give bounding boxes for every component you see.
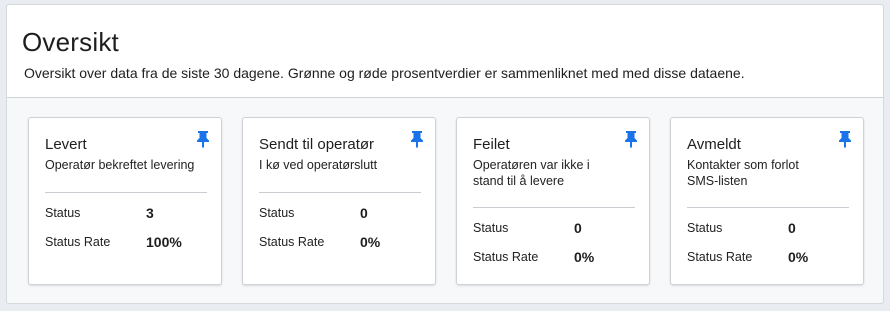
- card-title: Feilet: [473, 136, 510, 153]
- page-title: Oversikt: [22, 27, 119, 57]
- status-rate-label: Status Rate: [45, 235, 111, 249]
- pin-icon[interactable]: [409, 130, 425, 148]
- overview-panel: Oversikt Oversikt over data fra de siste…: [6, 4, 884, 304]
- pin-icon[interactable]: [837, 130, 853, 148]
- status-value: 3: [146, 205, 154, 221]
- card-feilet: Feilet Operatøren var ikke i stand til å…: [456, 117, 650, 285]
- status-rate-value: 100%: [146, 234, 182, 250]
- status-label: Status: [687, 221, 723, 235]
- card-avmeldt: Avmeldt Kontakter som forlot SMS-listen …: [670, 117, 864, 285]
- card-description: I kø ved operatørslutt: [259, 158, 378, 172]
- status-value: 0: [574, 220, 582, 236]
- status-rate-value: 0%: [788, 249, 809, 265]
- card-title: Levert: [45, 136, 87, 153]
- status-rate-value: 0%: [360, 234, 381, 250]
- status-rate-label: Status Rate: [259, 235, 325, 249]
- status-rate-label: Status Rate: [473, 250, 539, 264]
- card-title: Avmeldt: [687, 136, 741, 153]
- card-levert: Levert Operatør bekreftet levering Statu…: [28, 117, 222, 285]
- card-description: Kontakter som forlot SMS-listen: [687, 158, 799, 188]
- card-sendt-til-operator: Sendt til operatør I kø ved operatørslut…: [242, 117, 436, 285]
- status-label: Status: [45, 206, 81, 220]
- pin-icon[interactable]: [623, 130, 639, 148]
- card-divider: [45, 192, 207, 193]
- card-divider: [687, 207, 849, 208]
- status-rate-value: 0%: [574, 249, 595, 265]
- status-value: 0: [788, 220, 796, 236]
- status-value: 0: [360, 205, 368, 221]
- card-description: Operatøren var ikke i stand til å levere: [473, 158, 590, 188]
- card-description: Operatør bekreftet levering: [45, 158, 195, 172]
- page-subtitle: Oversikt over data fra de siste 30 dagen…: [24, 65, 745, 81]
- status-label: Status: [473, 221, 509, 235]
- overview-header: Oversikt Oversikt over data fra de siste…: [7, 5, 883, 98]
- status-label: Status: [259, 206, 295, 220]
- card-title: Sendt til operatør: [259, 136, 375, 153]
- card-divider: [259, 192, 421, 193]
- pin-icon[interactable]: [195, 130, 211, 148]
- card-divider: [473, 207, 635, 208]
- status-rate-label: Status Rate: [687, 250, 753, 264]
